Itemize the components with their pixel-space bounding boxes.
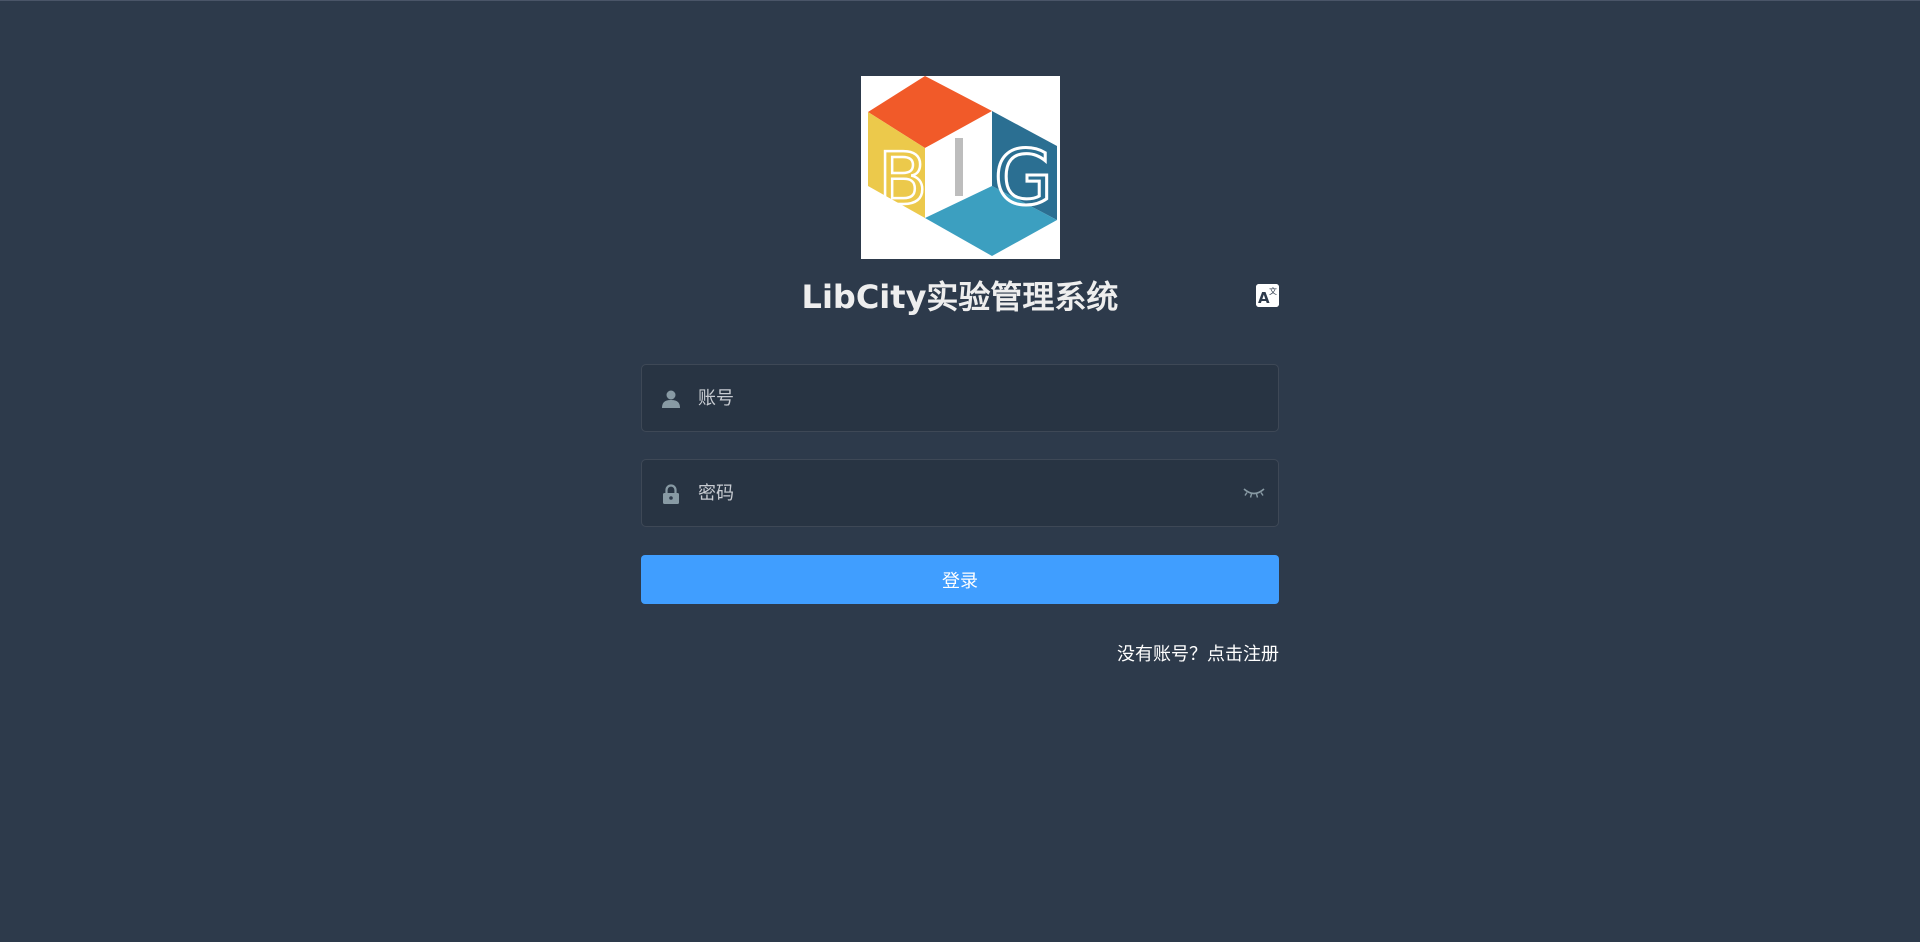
eye-closed-icon[interactable] <box>1242 483 1266 503</box>
username-input[interactable] <box>698 365 1238 431</box>
svg-text:G: G <box>994 133 1053 222</box>
login-button[interactable]: 登录 <box>641 555 1279 604</box>
password-input[interactable] <box>698 460 1238 526</box>
register-link[interactable]: 没有账号？点击注册 <box>1117 642 1279 668</box>
username-field <box>641 364 1279 432</box>
login-page: B G LibCity实验管理系统 A 文 账号 登录 没有账号？点击注册 <box>0 0 1920 942</box>
user-icon <box>662 390 680 408</box>
password-field <box>641 459 1279 527</box>
big-logo: B G <box>861 76 1060 259</box>
svg-text:B: B <box>878 137 927 221</box>
page-title: LibCity实验管理系统 <box>801 278 1119 316</box>
svg-text:文: 文 <box>1269 286 1277 296</box>
language-switch-button[interactable]: A 文 <box>1256 284 1279 307</box>
lock-icon <box>663 484 679 504</box>
translate-icon: A 文 <box>1256 284 1279 307</box>
